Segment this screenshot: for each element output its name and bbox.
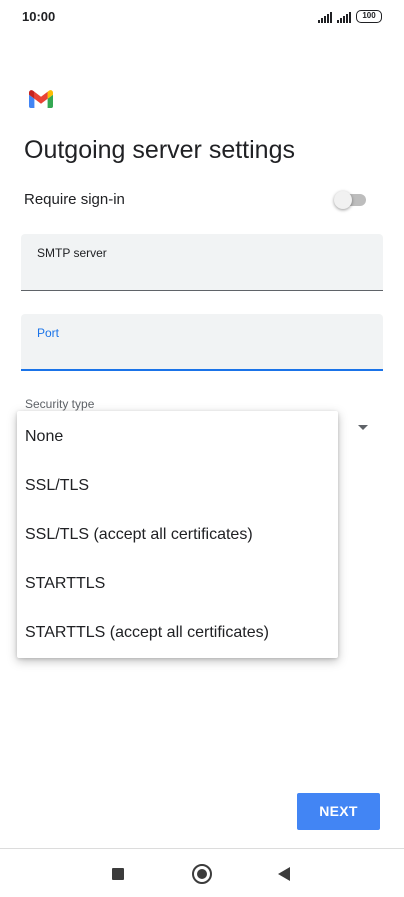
port-field[interactable]: Port <box>21 314 383 371</box>
status-bar: 10:00 100 <box>0 0 404 34</box>
status-icons: 100 <box>318 9 382 23</box>
next-button[interactable]: NEXT <box>297 793 380 830</box>
cell-signal-icon <box>337 12 351 23</box>
back-icon[interactable] <box>278 867 290 881</box>
toggle-thumb <box>334 191 352 209</box>
smtp-server-field[interactable]: SMTP server <box>21 234 383 291</box>
smtp-server-label: SMTP server <box>37 246 107 260</box>
security-option-starttls[interactable]: STARTTLS <box>17 559 338 608</box>
recents-icon[interactable] <box>112 868 124 880</box>
security-option-ssl-tls-accept-all[interactable]: SSL/TLS (accept all certificates) <box>17 510 338 559</box>
gmail-logo-icon <box>29 90 53 108</box>
security-option-ssl-tls[interactable]: SSL/TLS <box>17 461 338 510</box>
smtp-server-input[interactable] <box>37 266 367 283</box>
security-type-label: Security type <box>25 397 95 411</box>
port-label: Port <box>37 326 60 340</box>
cell-signal-icon <box>318 12 332 23</box>
battery-icon: 100 <box>356 10 382 23</box>
home-icon[interactable] <box>192 864 212 884</box>
dropdown-arrow-icon[interactable] <box>358 425 368 430</box>
port-input[interactable] <box>37 346 367 363</box>
page-title: Outgoing server settings <box>24 136 295 164</box>
status-time: 10:00 <box>22 9 56 24</box>
require-signin-toggle[interactable] <box>334 191 368 209</box>
security-type-dropdown: None SSL/TLS SSL/TLS (accept all certifi… <box>17 411 338 658</box>
require-signin-row[interactable]: Require sign-in <box>24 189 368 211</box>
security-option-starttls-accept-all[interactable]: STARTTLS (accept all certificates) <box>17 608 338 657</box>
nav-bar <box>0 848 404 897</box>
security-option-none[interactable]: None <box>17 412 338 461</box>
require-signin-label: Require sign-in <box>24 191 125 208</box>
